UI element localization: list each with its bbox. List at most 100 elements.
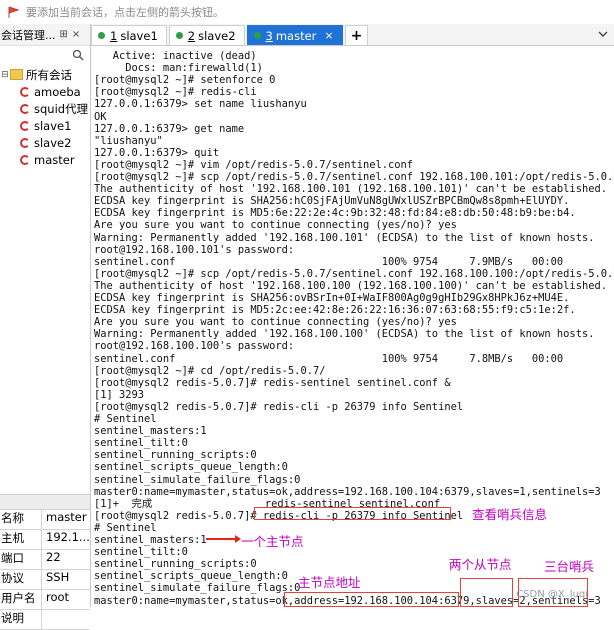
terminal-line: sentinel_masters:1 [94,425,207,438]
terminal-line: "liushanyu" [94,134,163,147]
terminal-line: 127.0.0.1:6379> get name [94,122,245,135]
session-item-squid[interactable]: squid代理 [0,100,90,117]
property-key: 主机 [0,530,42,549]
session-tree: ⊟ 所有会话 amoeba squid代理 slave1 slave2 mast… [0,66,90,168]
pin-icon[interactable]: ⊞ [60,29,68,40]
watermark: CSDN @X_luqi [516,589,588,600]
terminal-line: master0:name=mymaster,status=ok,address=… [94,485,601,498]
session-item-slave2[interactable]: slave2 [0,134,90,151]
session-item-slave1[interactable]: slave1 [0,117,90,134]
tab-number: 3 [265,28,273,43]
collapse-icon[interactable]: ⊟ [0,70,10,80]
property-row: 协议 SSH [0,570,90,590]
terminal-output[interactable]: master0:name=mymaster,status=ok,address=… [91,46,614,607]
property-row: 端口 22 [0,550,90,570]
tab-slave1[interactable]: 1 slave1 [91,25,167,45]
session-manager-header: 会话管理... ⊞ × [0,24,90,46]
terminal-line: sentinel.conf 100% 9754 7.9MB/s 00:00 [94,255,564,268]
terminal-line: Are you sure you want to continue connec… [94,219,457,232]
close-icon[interactable]: × [72,29,80,40]
annotation-one-master: 一个主节点 [241,534,304,549]
search-icon[interactable] [72,49,84,61]
terminal-line: OK [94,110,107,123]
tab-label: slave1 [120,28,158,43]
connected-status-icon [253,32,261,39]
folder-icon [10,69,23,80]
annotation-three-sentinels: 三台哨兵 [544,559,595,574]
tree-root-label: 所有会话 [26,67,72,82]
connected-status-icon [98,32,105,39]
terminal-line: # Sentinel [94,413,157,425]
session-item-master[interactable]: master [0,151,90,168]
session-hint-text: 要添加当前会话，点击左侧的箭头按钮。 [26,6,224,19]
terminal-line: ECDSA key fingerprint is MD5:2c:ee:42:8e… [94,304,576,317]
terminal-line: [root@mysql2 ~]# setenforce 0 [94,74,276,87]
session-label: slave2 [34,135,72,150]
tab-slave2[interactable]: 2 slave2 [168,25,245,45]
terminal-line: sentinel_masters:1 [94,534,207,546]
terminal-line: ECDSA key fingerprint is SHA256:hC0SjFAj… [94,195,570,208]
session-icon [20,154,30,165]
terminal-line: The authenticity of host '192.168.100.10… [94,183,607,196]
slaves-highlight-box [460,578,513,607]
red-arrow-icon [206,535,241,543]
session-label: master [34,152,75,167]
terminal-line: [root@mysql2 ~]# cd /opt/redis-5.0.7/ [94,364,326,377]
session-label: amoeba [34,84,81,99]
close-tab-icon[interactable]: × [324,29,333,42]
session-manager-title: 会话管理... [1,28,56,42]
tab-number: 2 [187,28,196,43]
property-value: 192.1... [46,530,90,544]
terminal-line: sentinel_simulate_failure_flags:0 [94,473,301,486]
session-label: slave1 [34,118,72,133]
terminal-line: sentinel_running_scripts:0 [94,558,257,571]
property-key: 端口 [0,550,42,569]
tab-list-chevron-icon[interactable] [598,30,608,41]
session-item-amoeba[interactable]: amoeba [0,83,90,100]
terminal-line: Active: inactive (dead) [94,50,257,62]
terminal-line: 127.0.0.1:6379> set name liushanyu [94,98,307,111]
annotation-master-address: 主节点地址 [298,575,361,590]
terminal-line: Are you sure you want to continue connec… [94,316,457,329]
property-value: root [46,590,70,604]
terminal-line: ECDSA key fingerprint is MD5:6e:22:2e:4c… [94,207,576,220]
tab-master[interactable]: 3 master × [246,25,343,45]
terminal-line: sentinel_scripts_queue_length:0 [94,461,288,474]
master-address-highlight-box [284,592,459,607]
terminal-line: root@192.168.100.101's password: [94,243,295,256]
property-key: 说明 [0,610,42,629]
terminal-line: [root@mysql2 ~]# vim /opt/redis-5.0.7/se… [94,158,414,171]
property-key: 协议 [0,570,42,589]
arrow-flag-icon[interactable] [6,5,20,19]
session-icon [20,86,30,97]
session-label: squid代理 [34,101,89,116]
terminal-line: sentinel_tilt:0 [94,546,188,559]
annotation-view-sentinel: 查看哨兵信息 [472,507,548,522]
property-key: 用户名 [0,590,42,609]
terminal-line: [root@mysql2 ~]# scp /opt/redis-5.0.7/se… [94,171,614,183]
session-icon [20,120,30,131]
session-icon [20,137,30,148]
terminal-line: [root@mysql2 redis-5.0.7]# redis-cli -p … [94,400,464,413]
terminal-line: Warning: Permanently added '192.168.100.… [94,328,595,341]
tree-root-all-sessions[interactable]: ⊟ 所有会话 [0,66,90,83]
terminal-line: sentinel_running_scripts:0 [94,449,257,462]
session-icon [20,103,30,114]
tab-number: 1 [110,28,118,43]
property-value: master [46,510,87,524]
annotation-two-slaves: 两个从节点 [449,557,512,572]
property-row: 主机 192.1... [0,530,90,550]
property-row: 用户名 root [0,590,90,610]
terminal-line: ECDSA key fingerprint is SHA256:ovBSrIn+… [94,292,570,304]
property-row: 名称 master [0,510,90,530]
tab-label: slave2 [198,28,236,43]
terminal-line: [root@mysql2 ~]# scp /opt/redis-5.0.7/se… [94,267,614,280]
terminal-line: sentinel_scripts_queue_length:0 [94,570,288,583]
terminal-line: [root@mysql2 redis-5.0.7]# redis-sentine… [94,376,451,389]
session-manager-panel: 会话管理... ⊞ × ⊟ 所有会话 amoeba squid代理 slave1… [0,24,91,630]
terminal-line: Warning: Permanently added '192.168.100.… [94,231,595,244]
terminal-line: 127.0.0.1:6379> quit [94,146,220,159]
terminal-line: root@192.168.100.100's password: [94,340,295,353]
session-search[interactable] [0,46,90,64]
add-tab-button[interactable]: + [344,25,369,45]
